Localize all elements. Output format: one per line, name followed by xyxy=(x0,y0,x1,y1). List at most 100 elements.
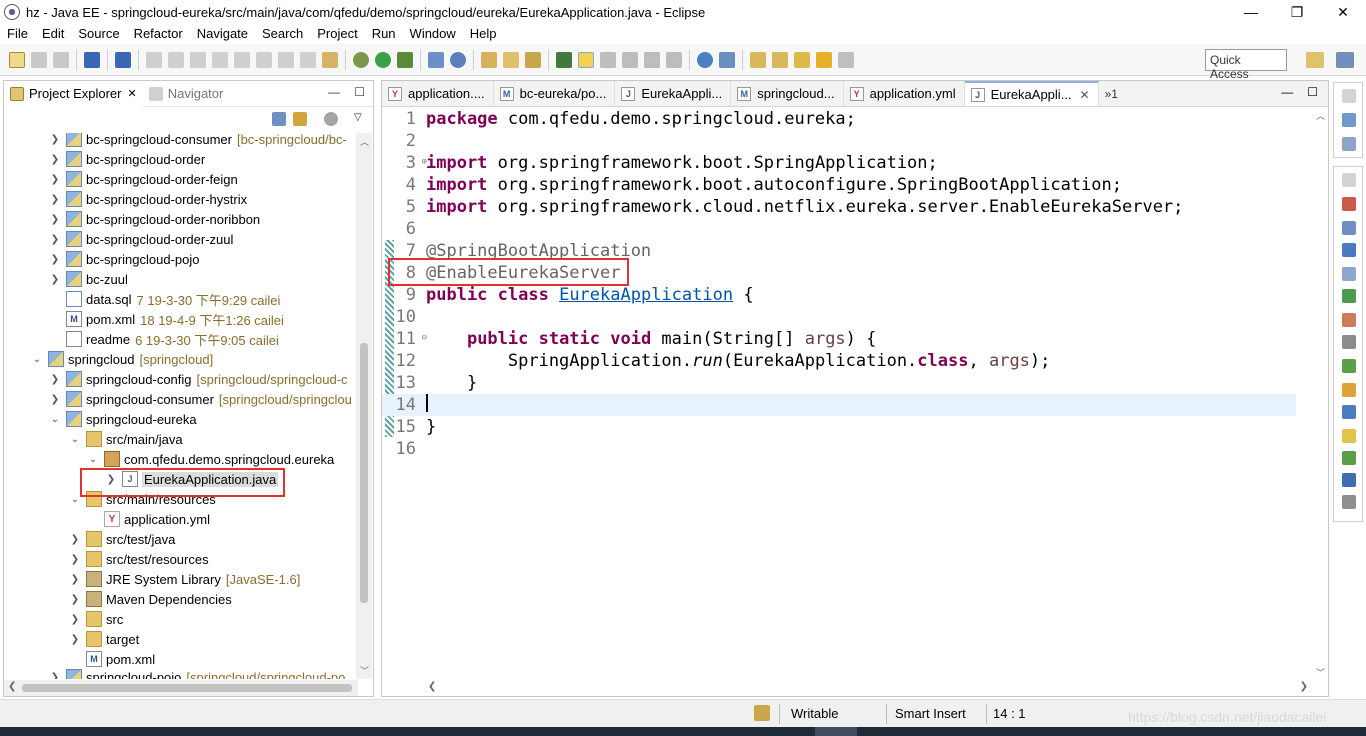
scroll-down-icon[interactable]: ﹀ xyxy=(1316,666,1325,679)
markers-icon[interactable] xyxy=(1342,197,1356,211)
last-edit-icon[interactable] xyxy=(794,51,810,68)
new-icon[interactable] xyxy=(9,51,25,68)
next-annotation-icon[interactable] xyxy=(750,51,766,68)
step-return-icon[interactable] xyxy=(278,51,294,68)
tree-item[interactable]: readme 6 19-3-30 下午9:05 cailei xyxy=(66,329,279,349)
forward-icon[interactable] xyxy=(838,51,854,68)
suspend-icon[interactable] xyxy=(168,51,184,68)
step-into-icon[interactable] xyxy=(234,51,250,68)
new-server-icon[interactable] xyxy=(428,51,444,68)
explorer-vertical-scrollbar[interactable]: ︿ ﹀ xyxy=(356,133,372,679)
maximize-panel-button[interactable]: ☐ xyxy=(354,85,365,99)
tree-item[interactable]: ❯ Maven Dependencies xyxy=(68,589,232,609)
expand-arrow-icon[interactable]: ❯ xyxy=(48,392,62,406)
collapse-all-icon[interactable] xyxy=(272,112,286,126)
tree-item[interactable]: ❯ springcloud-pojo [springcloud/springclou… xyxy=(48,667,345,679)
outline-icon[interactable] xyxy=(1342,113,1356,127)
expand-arrow-icon[interactable]: ❯ xyxy=(48,133,62,146)
more-tabs-button[interactable]: »1 xyxy=(1099,81,1124,106)
expand-arrow-icon[interactable]: ❯ xyxy=(48,212,62,226)
editor-tab[interactable]: Mbc-eureka/po... xyxy=(494,81,616,106)
debug-icon[interactable] xyxy=(353,51,369,68)
expand-arrow-icon[interactable]: ❯ xyxy=(68,632,82,646)
tree-item[interactable]: ⌄ src/main/java xyxy=(68,429,183,449)
menu-window[interactable]: Window xyxy=(403,26,463,41)
expand-arrow-icon[interactable]: ❯ xyxy=(48,192,62,206)
open-folder-icon[interactable] xyxy=(503,51,519,68)
task-list-icon[interactable] xyxy=(1342,137,1356,151)
taskbar-active-item[interactable] xyxy=(815,727,857,736)
minimize-panel-button[interactable]: — xyxy=(328,85,340,99)
open-task-icon[interactable] xyxy=(525,51,541,68)
menu-refactor[interactable]: Refactor xyxy=(127,26,190,41)
class-name-link[interactable]: EurekaApplication xyxy=(559,285,733,305)
tree-item[interactable]: Yapplication.yml xyxy=(104,509,210,529)
editor-tab[interactable]: J EurekaAppli... xyxy=(615,81,732,106)
scroll-right-icon[interactable]: ❯ xyxy=(1300,681,1308,692)
quick-access-input[interactable]: Quick Access xyxy=(1205,49,1287,81)
restore-icon[interactable] xyxy=(1342,173,1356,187)
menu-source[interactable]: Source xyxy=(71,26,126,41)
explorer-horizontal-scrollbar[interactable]: ❮ xyxy=(4,680,358,696)
expand-arrow-icon[interactable]: ❯ xyxy=(48,372,62,386)
expand-arrow-icon[interactable]: ❯ xyxy=(68,532,82,546)
search-results-icon[interactable] xyxy=(1342,383,1356,397)
step-over-icon[interactable] xyxy=(256,51,272,68)
history-icon[interactable] xyxy=(1342,429,1356,443)
scroll-up-icon[interactable]: ︿ xyxy=(1316,109,1325,122)
open-type-icon[interactable] xyxy=(481,51,497,68)
tree-item[interactable]: ❯ springcloud-config [springcloud/springcl… xyxy=(48,369,348,389)
maximize-button[interactable]: ❐ xyxy=(1274,0,1320,24)
menu-search[interactable]: Search xyxy=(255,26,310,41)
tree-item[interactable]: ❯ bc-springcloud-order-noribbon xyxy=(48,209,260,229)
tree-item[interactable]: ❯ springcloud-consumer [springcloud/spring… xyxy=(48,389,352,409)
scroll-thumb[interactable] xyxy=(360,343,368,603)
menu-project[interactable]: Project xyxy=(310,26,364,41)
fold-icon[interactable]: ⊕ xyxy=(422,157,427,167)
expand-arrow-icon[interactable]: ❯ xyxy=(48,232,62,246)
scroll-thumb[interactable] xyxy=(22,684,352,692)
save-icon[interactable] xyxy=(31,51,47,68)
tree-item[interactable]: Mpom.xml 18 19-4-9 下午1:26 cailei xyxy=(66,309,284,329)
collapse-arrow-icon[interactable]: ⌄ xyxy=(86,452,100,466)
tree-item[interactable]: ❯ bc-springcloud-order-feign xyxy=(48,169,238,189)
tree-item[interactable]: ⌄ springcloud-eureka xyxy=(48,409,197,429)
collapse-arrow-icon[interactable]: ⌄ xyxy=(68,432,82,446)
menu-file[interactable]: File xyxy=(0,26,35,41)
tree-item[interactable]: ❯ src/test/resources xyxy=(68,549,209,569)
data-source-icon[interactable] xyxy=(1342,267,1356,281)
tree-item[interactable]: ❯ bc-springcloud-order xyxy=(48,149,205,169)
tree-item[interactable]: ❯ src/test/java xyxy=(68,529,175,549)
search-icon[interactable] xyxy=(719,51,735,68)
use-step-filters-icon[interactable] xyxy=(322,51,338,68)
show-whitespace-icon[interactable] xyxy=(644,51,660,68)
close-button[interactable]: ✕ xyxy=(1320,0,1366,24)
expand-arrow-icon[interactable]: ❯ xyxy=(48,252,62,266)
drop-to-frame-icon[interactable] xyxy=(300,51,316,68)
terminate-icon[interactable] xyxy=(190,51,206,68)
tree-item[interactable]: ⌄ springcloud [springcloud] xyxy=(30,349,213,369)
tree-item[interactable]: ❯ bc-springcloud-order-zuul xyxy=(48,229,233,249)
scroll-up-icon[interactable]: ︿ xyxy=(360,135,369,148)
link-with-editor-icon[interactable] xyxy=(293,112,307,126)
tab-close-icon[interactable]: ✕ xyxy=(1080,88,1090,102)
tree-item[interactable]: ❯ JRE System Library [JavaSE-1.6] xyxy=(68,569,300,589)
back-icon[interactable] xyxy=(816,51,832,68)
expand-arrow-icon[interactable]: ❯ xyxy=(68,552,82,566)
expand-arrow-icon[interactable]: ❯ xyxy=(68,592,82,606)
tree-item[interactable]: ❯ target xyxy=(68,629,139,649)
toggle-ant-icon[interactable] xyxy=(556,51,572,68)
paragraph-icon[interactable] xyxy=(666,51,682,68)
save-all-icon[interactable] xyxy=(53,51,69,68)
menu-run[interactable]: Run xyxy=(365,26,403,41)
java-ee-perspective-icon[interactable] xyxy=(1336,52,1354,68)
editor-vertical-scrollbar[interactable]: ︿ ﹀ xyxy=(1312,107,1328,681)
editor-tab[interactable]: Yapplication.... xyxy=(382,81,494,106)
code-area[interactable]: 1 package com.qfedu.demo.springcloud.eure… xyxy=(382,107,1328,681)
menu-edit[interactable]: Edit xyxy=(35,26,71,41)
expand-arrow-icon[interactable]: ❯ xyxy=(68,612,82,626)
word-wrap-icon[interactable] xyxy=(622,51,638,68)
scroll-left-icon[interactable]: ❮ xyxy=(428,681,436,692)
debug-view-icon[interactable] xyxy=(1342,405,1356,419)
tree-item[interactable]: Mpom.xml xyxy=(86,649,155,669)
